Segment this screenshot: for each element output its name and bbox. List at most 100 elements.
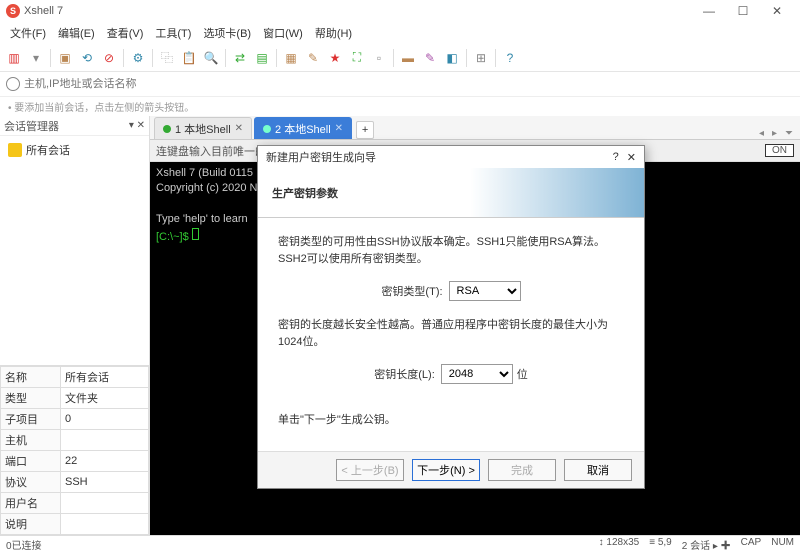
back-button: < 上一步(B) [336,459,404,481]
paste-icon[interactable]: 📋 [179,48,199,68]
status-pos: ≡ 5,9 [649,537,672,552]
properties-icon[interactable]: ⚙ [128,48,148,68]
dialog-text-3: 单击"下一步"生成公钥。 [278,412,624,429]
open-icon[interactable]: ▣ [55,48,75,68]
font-icon[interactable]: ✎ [420,48,440,68]
tab-close-icon[interactable]: ✕ [335,123,343,134]
highlight-icon[interactable]: ✎ [303,48,323,68]
new-session-icon[interactable]: ▥ [4,48,24,68]
next-button[interactable]: 下一步(N) > [412,459,480,481]
bookmark-icon[interactable]: ★ [325,48,345,68]
key-length-label: 密钥长度(L): [374,366,435,382]
key-type-row: 密钥类型(T): RSA [278,281,624,301]
layout-icon[interactable]: ▬ [398,48,418,68]
close-button[interactable]: ✕ [760,0,794,22]
fullscreen-icon[interactable]: ⛶ [347,48,367,68]
key-length-select[interactable]: 2048 [441,364,513,384]
help-icon[interactable]: ? [500,48,520,68]
prop-row: 主机 [1,430,149,451]
globe-icon [6,77,20,91]
finish-button: 完成 [488,459,556,481]
tab-nav: ◂ ▸ ⏷ [756,128,800,139]
separator [276,49,277,67]
transfer-icon[interactable]: ⇄ [230,48,250,68]
script-icon[interactable]: ▦ [281,48,301,68]
separator [152,49,153,67]
key-length-row: 密钥长度(L): 2048 位 [278,364,624,384]
tab-list-icon[interactable]: ⏷ [782,128,796,139]
tab-strip: 1 本地Shell ✕ 2 本地Shell ✕ + ◂ ▸ ⏷ [150,116,800,140]
tab-label: 2 本地Shell [275,121,331,137]
on-toggle[interactable]: ON [765,144,794,157]
tab-next-icon[interactable]: ▸ [769,128,780,139]
minimize-button[interactable]: — [692,0,726,22]
reconnect-icon[interactable]: ⟲ [77,48,97,68]
key-type-select[interactable]: RSA [449,281,521,301]
sidebar-collapse-icon[interactable]: ▾ ✕ [129,120,145,131]
prop-row: 类型文件夹 [1,388,149,409]
address-input[interactable] [24,78,794,90]
key-length-unit: 位 [517,366,528,382]
menu-tools[interactable]: 工具(T) [149,25,197,41]
tab-label: 1 本地Shell [175,121,231,137]
lock-icon[interactable]: ▫ [369,48,389,68]
property-table: 名称所有会话 类型文件夹 子项目0 主机 端口22 协议SSH 用户名 说明 [0,365,149,535]
prop-row: 协议SSH [1,472,149,493]
separator [466,49,467,67]
tree-item-label: 所有会话 [26,142,70,158]
tab-add-button[interactable]: + [356,121,374,139]
terminal-prompt: [C:\~]$ [156,231,189,243]
dialog-titlebar: 新建用户密钥生成向导 ? ✕ [258,146,644,168]
menu-view[interactable]: 查看(V) [101,25,150,41]
prop-row: 说明 [1,514,149,535]
status-cap: CAP [741,537,762,552]
tree-item-root[interactable]: 所有会话 [4,140,145,160]
tab-dot-icon [263,125,271,133]
dialog-text-1: 密钥类型的可用性由SSH协议版本确定。SSH1只能使用RSA算法。SSH2可以使… [278,234,624,267]
separator [123,49,124,67]
encoding-icon[interactable]: ⊞ [471,48,491,68]
menu-help[interactable]: 帮助(H) [309,25,358,41]
key-type-label: 密钥类型(T): [381,283,442,299]
maximize-button[interactable]: ☐ [726,0,760,22]
statusbar: 0已连接 ↕ 128x35 ≡ 5,9 2 会话 ▸ ✚ CAP NUM [0,535,800,553]
app-logo-icon: S [6,4,20,18]
menu-tab[interactable]: 选项卡(B) [197,25,257,41]
toolbar: ▥ ▾ ▣ ⟲ ⊘ ⚙ ⿻ 📋 🔍 ⇄ ▤ ▦ ✎ ★ ⛶ ▫ ▬ ✎ ◧ ⊞ … [0,44,800,72]
separator [50,49,51,67]
prop-row: 用户名 [1,493,149,514]
cancel-button[interactable]: 取消 [564,459,632,481]
copy-icon[interactable]: ⿻ [157,48,177,68]
prop-row: 名称所有会话 [1,367,149,388]
status-num: NUM [771,537,794,552]
dialog-header: 生产密钥参数 [258,168,644,218]
addressbar [0,72,800,96]
titlebar: S Xshell 7 — ☐ ✕ [0,0,800,22]
session-tree: 所有会话 [0,136,149,365]
tab-shell-2[interactable]: 2 本地Shell ✕ [254,117,352,139]
dialog-header-text: 生产密钥参数 [272,185,338,201]
app-title: Xshell 7 [24,5,692,17]
status-dim: ↕ 128x35 [599,537,640,552]
tab-prev-icon[interactable]: ◂ [756,128,767,139]
tab-dot-icon [163,125,171,133]
color-icon[interactable]: ◧ [442,48,462,68]
sidebar-title: 会话管理器 [4,118,59,134]
folder-icon [8,143,22,157]
separator [495,49,496,67]
menu-edit[interactable]: 编辑(E) [52,25,101,41]
tab-close-icon[interactable]: ✕ [235,123,243,134]
menu-window[interactable]: 窗口(W) [257,25,309,41]
sidebar-header: 会话管理器 ▾ ✕ [0,116,149,136]
key-wizard-dialog: 新建用户密钥生成向导 ? ✕ 生产密钥参数 密钥类型的可用性由SSH协议版本确定… [257,145,645,489]
disconnect-icon[interactable]: ⊘ [99,48,119,68]
dialog-close-icon[interactable]: ✕ [627,151,636,164]
tab-shell-1[interactable]: 1 本地Shell ✕ [154,117,252,139]
menu-file[interactable]: 文件(F) [4,25,52,41]
search-icon[interactable]: 🔍 [201,48,221,68]
dialog-help-icon[interactable]: ? [613,151,619,163]
separator [225,49,226,67]
dialog-body: 密钥类型的可用性由SSH协议版本确定。SSH1只能使用RSA算法。SSH2可以使… [258,218,644,451]
dropdown-icon[interactable]: ▾ [26,48,46,68]
folder-icon[interactable]: ▤ [252,48,272,68]
